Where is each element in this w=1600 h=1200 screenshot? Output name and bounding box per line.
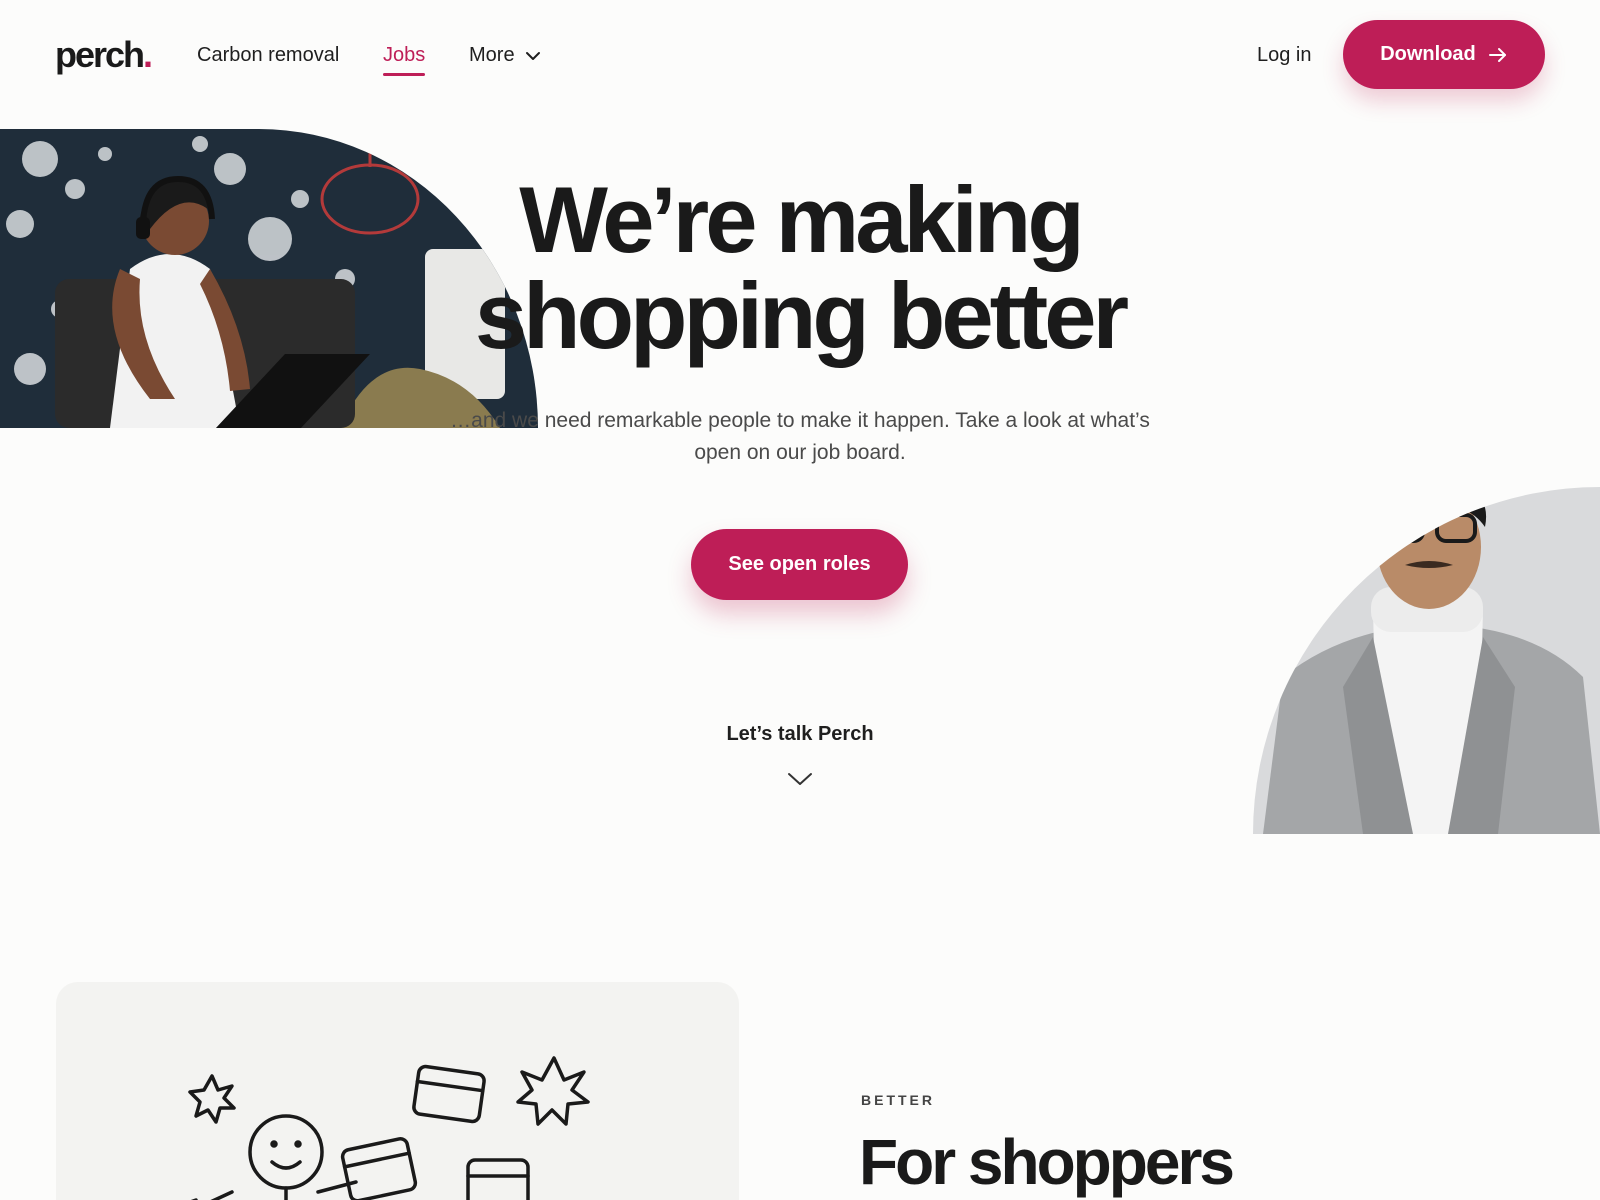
section-title: For shoppers (859, 1126, 1235, 1198)
chevron-down-icon[interactable] (787, 771, 813, 787)
nav-carbon-removal[interactable]: Carbon removal (197, 44, 339, 67)
lets-talk-perch-link[interactable]: Let’s talk Perch (650, 723, 950, 746)
shopper-illustration-card (56, 982, 739, 1200)
perch-logo[interactable]: perch. (55, 34, 153, 76)
logo-text: perch (55, 34, 145, 75)
arrow-right-icon (1488, 47, 1506, 62)
site-header: perch. Carbon removal Jobs More Log in D… (0, 0, 1600, 112)
nav-more[interactable]: More (469, 44, 541, 67)
chevron-down-icon (525, 51, 540, 60)
logo-dot: . (143, 34, 153, 75)
section-eyebrow: BETTER (861, 1092, 935, 1108)
download-label: Download (1380, 43, 1476, 65)
hero-title: We’re making shopping better (400, 172, 1200, 364)
login-link[interactable]: Log in (1257, 44, 1312, 67)
nav-jobs[interactable]: Jobs (383, 44, 426, 76)
shopper-with-cards-and-stars-illustration (188, 1056, 590, 1200)
hero-subtitle: …and we need remarkable people to make i… (450, 409, 1150, 464)
see-open-roles-button[interactable]: See open roles (691, 529, 908, 600)
download-button[interactable]: Download (1343, 20, 1545, 89)
hero-title-line2: shopping better (474, 263, 1129, 368)
hero-title-line1: We’re making (519, 167, 1084, 272)
nav-more-label: More (469, 44, 515, 66)
man-in-grey-blazer-glasses-photo (1253, 487, 1600, 834)
